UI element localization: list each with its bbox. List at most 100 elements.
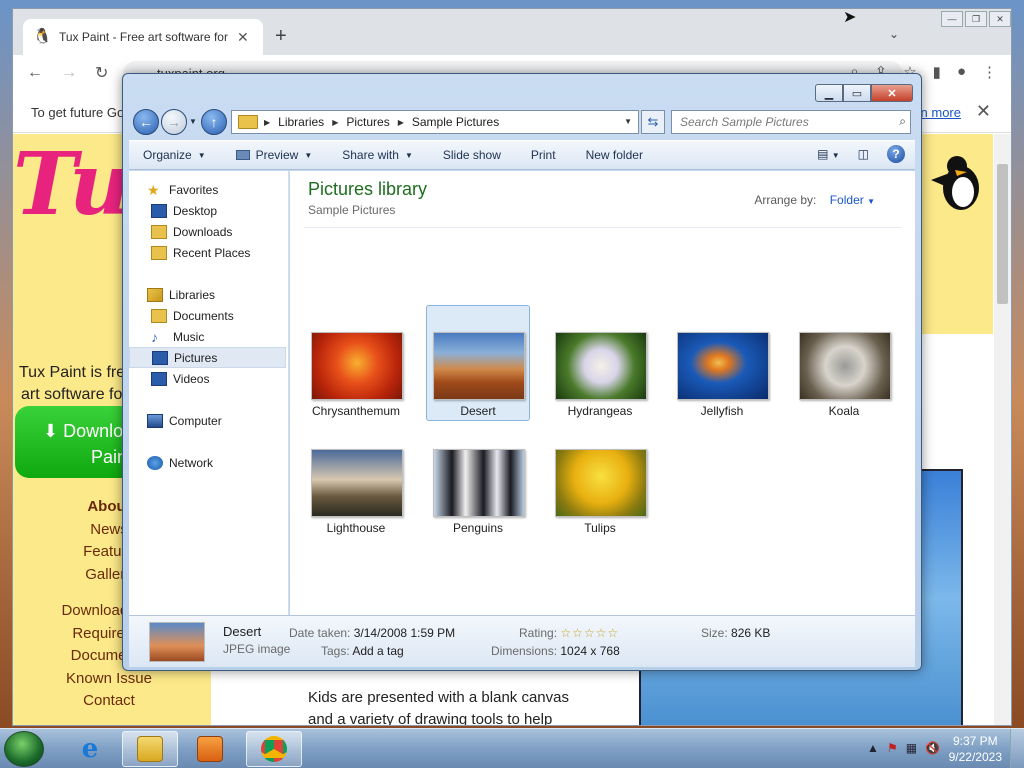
nav-computer[interactable]: Computer [129, 410, 288, 431]
browser-tab[interactable]: 🐧 Tux Paint - Free art software for ki ✕ [23, 19, 263, 55]
chevron-right-icon[interactable]: ▶ [398, 118, 404, 127]
file-label: Penguins [452, 521, 504, 535]
clock[interactable]: 9:37 PM 9/22/2023 [949, 733, 1002, 765]
tags-label: Tags: [321, 644, 350, 658]
up-arrow-icon[interactable]: ↑ [201, 109, 227, 135]
close-button[interactable]: ✕ [989, 11, 1011, 27]
show-hidden-icons-icon[interactable]: ▲ [867, 741, 879, 755]
action-center-flag-icon[interactable]: ⚑ [887, 741, 898, 755]
rating-stars[interactable]: ☆☆☆☆☆ [560, 626, 619, 640]
tags-value[interactable]: Add a tag [352, 644, 403, 658]
address-dropdown-icon[interactable]: ▼ [624, 117, 632, 126]
selected-file-thumbnail [149, 622, 205, 662]
nav-recent-places[interactable]: Recent Places [129, 242, 288, 263]
file-tulips[interactable]: Tulips [548, 422, 652, 538]
search-input[interactable]: Search Sample Pictures ⌕ [671, 110, 911, 134]
nav-pictures[interactable]: Pictures [129, 347, 286, 368]
pictures-icon [152, 350, 168, 365]
breadcrumb-pictures[interactable]: Pictures [346, 115, 389, 129]
preview-menu[interactable]: Preview ▼ [235, 148, 312, 162]
mouse-cursor-icon: ➤ [843, 9, 857, 26]
side-panel-icon[interactable]: ▮ [933, 63, 941, 81]
explorer-window-controls: ▁ ▭ ✕ [815, 84, 913, 102]
address-breadcrumb[interactable]: ▶ Libraries ▶ Pictures ▶ Sample Pictures… [231, 110, 639, 134]
tab-title: Tux Paint - Free art software for ki [59, 30, 229, 44]
show-desktop-button[interactable] [1010, 729, 1024, 768]
forward-arrow-icon[interactable]: → [61, 64, 77, 82]
documents-icon [151, 308, 167, 323]
file-lighthouse[interactable]: Lighthouse [304, 422, 408, 538]
desktop-icon [151, 203, 167, 218]
maximize-button[interactable]: ▭ [843, 84, 871, 102]
back-arrow-icon[interactable]: ← [27, 64, 43, 82]
close-button[interactable]: ✕ [871, 84, 913, 102]
taskbar-media-player[interactable] [182, 731, 238, 767]
file-desert[interactable]: Desert [426, 305, 530, 421]
preview-pane-icon[interactable]: ◫ [858, 147, 869, 161]
file-penguins[interactable]: Penguins [426, 422, 530, 538]
taskbar-windows-explorer[interactable] [122, 731, 178, 767]
volume-muted-icon[interactable]: 🔇 [925, 741, 940, 755]
minimize-button[interactable]: ▁ [815, 84, 843, 102]
nav-music[interactable]: ♪ Music [129, 326, 288, 347]
share-with-menu[interactable]: Share with ▼ [342, 148, 413, 162]
nav-contact[interactable]: Contact [13, 690, 183, 713]
refresh-button[interactable]: ⇆ [641, 110, 665, 134]
forward-arrow-icon[interactable]: → [161, 109, 187, 135]
reload-icon[interactable]: ↻ [95, 63, 108, 83]
file-jellyfish[interactable]: Jellyfish [670, 305, 774, 421]
file-list-pane: Pictures library Sample Pictures Arrange… [290, 171, 915, 615]
file-label: Tulips [584, 521, 616, 535]
nav-favorites[interactable]: ★ Favorites [129, 179, 288, 200]
menu-kebab-icon[interactable]: ⋮ [982, 63, 997, 81]
scrollbar-thumb[interactable] [997, 164, 1008, 304]
close-infobar-icon[interactable]: ✕ [976, 101, 991, 122]
minimize-button[interactable]: — [941, 11, 963, 27]
organize-menu[interactable]: Organize ▼ [143, 148, 206, 162]
new-tab-button[interactable]: + [275, 25, 287, 48]
network-status-icon[interactable]: ▦ [906, 741, 917, 755]
download-button[interactable]: ⬇ Downlo Pain [15, 406, 135, 478]
taskbar-chrome[interactable] [246, 731, 302, 767]
chevron-down-icon[interactable]: ▼ [867, 197, 875, 206]
explorer-navigation-bar: ← → ▼ ↑ ▶ Libraries ▶ Pictures ▶ Sample … [131, 108, 915, 136]
body-line: Kids are presented with a blank canvas [308, 689, 569, 706]
file-koala[interactable]: Koala [792, 305, 896, 421]
print-button[interactable]: Print [531, 148, 556, 162]
close-tab-icon[interactable]: ✕ [237, 29, 249, 46]
change-view-icon[interactable]: ▤ ▼ [817, 147, 840, 161]
search-icon[interactable]: ⌕ [899, 114, 906, 129]
breadcrumb-libraries[interactable]: Libraries [278, 115, 324, 129]
library-title: Pictures library [308, 179, 428, 199]
nav-libraries[interactable]: Libraries [129, 284, 288, 305]
date-taken-value[interactable]: 3/14/2008 1:59 PM [354, 626, 455, 640]
profile-avatar-icon[interactable]: ● [957, 63, 966, 81]
page-scrollbar[interactable] [994, 134, 1011, 725]
nav-label: Network [169, 455, 214, 470]
help-icon[interactable]: ? [887, 145, 905, 163]
view-controls: ▤ ▼ ◫ ? [817, 145, 905, 163]
search-placeholder: Search Sample Pictures [680, 115, 809, 129]
nav-videos[interactable]: Videos [129, 368, 288, 389]
slide-show-button[interactable]: Slide show [443, 148, 501, 162]
back-arrow-icon[interactable]: ← [133, 109, 159, 135]
nav-desktop[interactable]: Desktop [129, 200, 288, 221]
learn-more-link[interactable]: rn more [916, 105, 961, 120]
breadcrumb-sample-pictures[interactable]: Sample Pictures [412, 115, 499, 129]
recent-locations-chevron-icon[interactable]: ▼ [189, 117, 197, 126]
chevron-right-icon[interactable]: ▶ [264, 118, 270, 127]
new-folder-button[interactable]: New folder [586, 148, 643, 162]
chevron-right-icon[interactable]: ▶ [332, 118, 338, 127]
arrange-value-dropdown[interactable]: Folder [830, 193, 864, 207]
dimensions-value: 1024 x 768 [560, 644, 620, 658]
taskbar-internet-explorer[interactable]: e [62, 731, 118, 767]
file-hydrangeas[interactable]: Hydrangeas [548, 305, 652, 421]
nav-documents[interactable]: Documents [129, 305, 288, 326]
nav-downloads[interactable]: Downloads [129, 221, 288, 242]
file-chrysanthemum[interactable]: Chrysanthemum [304, 305, 408, 421]
nav-network[interactable]: Network [129, 452, 288, 473]
tab-search-chevron-icon[interactable]: ⌄ [889, 27, 899, 41]
maximize-button[interactable]: ❐ [965, 11, 987, 27]
size-label: Size: [701, 626, 728, 640]
start-button[interactable] [4, 731, 44, 767]
